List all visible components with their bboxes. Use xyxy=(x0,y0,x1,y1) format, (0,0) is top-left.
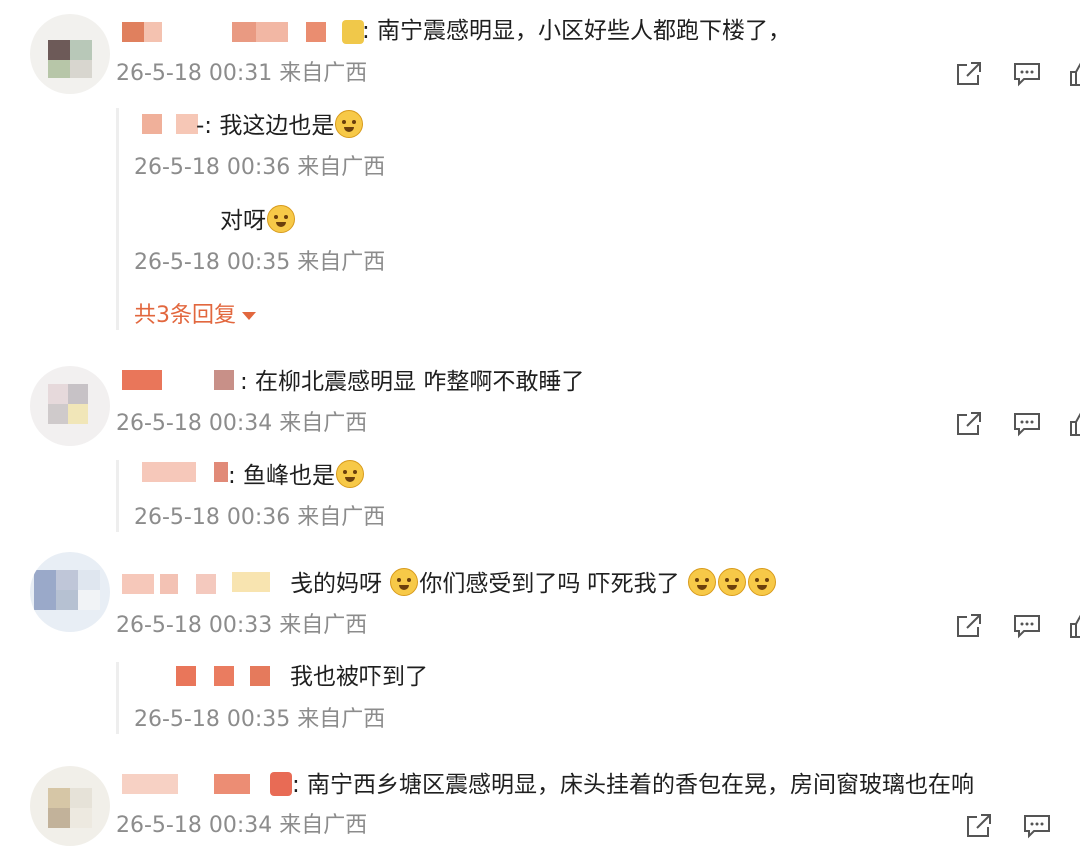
comment-icon[interactable] xyxy=(1012,410,1042,438)
reply-username[interactable] xyxy=(176,666,196,686)
share-icon[interactable] xyxy=(964,812,994,840)
comment-icon[interactable] xyxy=(1012,60,1042,88)
comment-meta: 26-5-18 00:33 来自广西 xyxy=(116,613,368,638)
crying-emoji-icon xyxy=(267,205,295,233)
crying-emoji-icon xyxy=(717,568,746,596)
more-replies-link[interactable]: 共3条回复 xyxy=(134,302,256,330)
crying-emoji-icon xyxy=(335,110,364,138)
crying-emoji-icon xyxy=(747,568,776,596)
reply-text: 我也被吓到了 xyxy=(290,664,428,690)
comment-icon[interactable] xyxy=(1022,812,1052,840)
crying-emoji-icon xyxy=(390,568,419,596)
comment-meta: 26-5-18 00:34 来自广西 xyxy=(116,411,368,436)
comment-text: : 南宁西乡塘区震感明显，床头挂着的香包在晃，房间窗玻璃也在响 xyxy=(292,772,975,798)
crying-emoji-icon xyxy=(687,568,716,596)
comment-text: : 南宁震感明显，小区好些人都跑下楼了， xyxy=(362,18,792,44)
avatar[interactable] xyxy=(30,366,110,446)
reply-text: -: 我这边也是 xyxy=(196,113,335,139)
comment-text: 戋的妈呀 xyxy=(290,571,382,597)
reply-meta: 26-5-18 00:35 来自广西 xyxy=(134,250,386,275)
reply-username[interactable] xyxy=(142,114,162,134)
share-icon[interactable] xyxy=(954,612,984,640)
reply-meta: 26-5-18 00:36 来自广西 xyxy=(134,505,386,530)
crying-emoji-icon xyxy=(336,460,365,488)
comment-meta: 26-5-18 00:31 来自广西 xyxy=(116,61,368,86)
comment-text: : 在柳北震感明显 咋整啊不敢睡了 xyxy=(240,369,585,395)
share-icon[interactable] xyxy=(954,410,984,438)
user-badge-icon xyxy=(342,20,364,44)
comment-meta: 26-5-18 00:34 来自广西 xyxy=(116,813,368,838)
reply-username[interactable] xyxy=(142,462,196,482)
like-icon[interactable] xyxy=(1068,410,1080,438)
reply-text: : 鱼峰也是 xyxy=(228,463,336,489)
reply-divider xyxy=(116,662,119,734)
share-icon[interactable] xyxy=(954,60,984,88)
user-badge-icon xyxy=(270,772,292,796)
like-icon[interactable] xyxy=(1068,60,1080,88)
avatar[interactable] xyxy=(30,552,110,632)
reply-divider xyxy=(116,460,119,532)
like-icon[interactable] xyxy=(1068,612,1080,640)
avatar[interactable] xyxy=(30,766,110,846)
reply-meta: 26-5-18 00:35 来自广西 xyxy=(134,707,386,732)
reply-divider xyxy=(116,108,119,330)
comment-icon[interactable] xyxy=(1012,612,1042,640)
avatar[interactable] xyxy=(30,14,110,94)
reply-meta: 26-5-18 00:36 来自广西 xyxy=(134,155,386,180)
caret-down-icon xyxy=(242,312,256,320)
reply-text: 对呀 xyxy=(220,208,266,234)
comment-text: 你们感受到了吗 吓死我了 xyxy=(419,571,680,597)
